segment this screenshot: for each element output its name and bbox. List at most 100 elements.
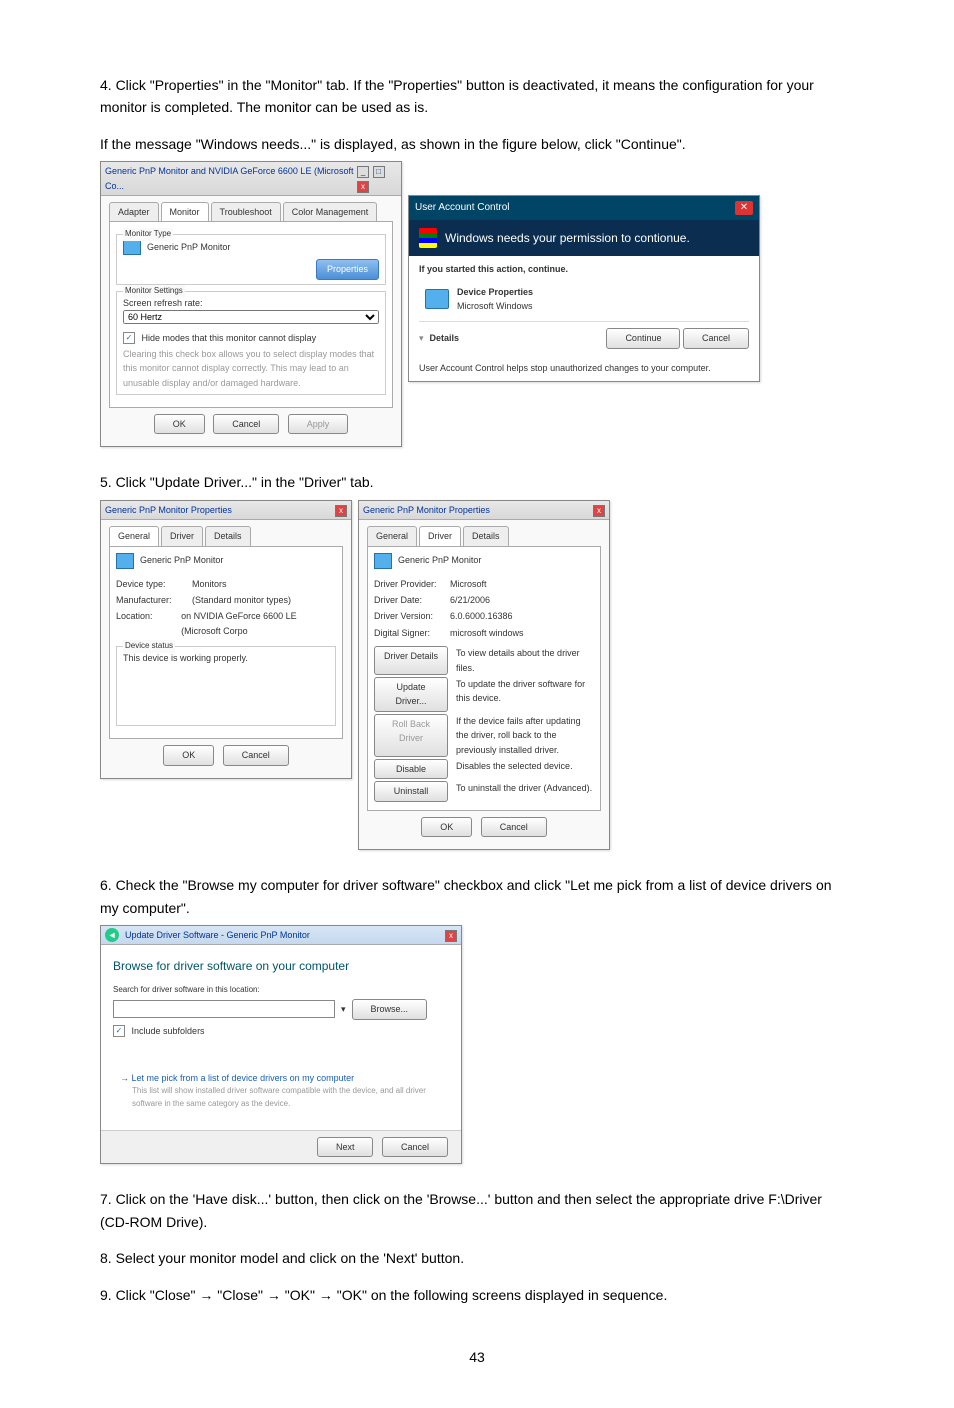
step-5: 5. Click "Update Driver..." in the "Driv… <box>100 471 854 493</box>
device-status-value: This device is working properly. <box>123 651 329 665</box>
cancel-button[interactable]: Cancel <box>382 1137 448 1157</box>
tab-adapter[interactable]: Adapter <box>109 202 159 221</box>
maximize-icon[interactable]: □ <box>373 166 385 178</box>
tab-color-management[interactable]: Color Management <box>283 202 378 221</box>
cancel-button[interactable]: Cancel <box>481 817 547 837</box>
screenshot-group-1: Generic PnP Monitor and NVIDIA GeForce 6… <box>100 161 854 447</box>
computer-icon <box>425 289 449 309</box>
refresh-rate-label: Screen refresh rate: <box>123 296 379 310</box>
screenshot-3: ◄ Update Driver Software - Generic PnP M… <box>100 925 854 1165</box>
tab-driver[interactable]: Driver <box>419 526 461 545</box>
screenshot-group-2: Generic PnP Monitor Properties x General… <box>100 500 854 850</box>
ok-button[interactable]: OK <box>421 817 472 837</box>
manufacturer-label: Manufacturer: <box>116 593 184 607</box>
monitor-icon <box>116 553 134 569</box>
roll-back-text: If the device fails after updating the d… <box>456 714 594 757</box>
continue-button[interactable]: Continue <box>606 328 680 348</box>
let-me-pick-text: This list will show installed driver sof… <box>132 1085 442 1111</box>
hide-modes-checkbox[interactable]: ✓ <box>123 332 135 344</box>
update-driver-button[interactable]: Update Driver... <box>374 677 448 712</box>
monitor-name: Generic PnP Monitor <box>398 553 481 567</box>
monitor-name: Generic PnP Monitor <box>140 553 223 567</box>
properties-button[interactable]: Properties <box>316 259 379 279</box>
uninstall-button[interactable]: Uninstall <box>374 781 448 801</box>
page-number: 43 <box>100 1346 854 1368</box>
step-7: 7. Click on the 'Have disk...' button, t… <box>100 1188 854 1233</box>
monitor-type-label: Monitor Type <box>123 228 173 241</box>
properties-driver-dialog: Generic PnP Monitor Properties x General… <box>358 500 610 850</box>
ok-button[interactable]: OK <box>163 745 214 765</box>
tab-details[interactable]: Details <box>205 526 251 545</box>
refresh-rate-select[interactable]: 60 Hertz <box>123 310 379 324</box>
tab-details[interactable]: Details <box>463 526 509 545</box>
cancel-button[interactable]: Cancel <box>213 414 279 434</box>
driver-provider-value: Microsoft <box>450 577 487 591</box>
uninstall-text: To uninstall the driver (Advanced). <box>456 781 594 801</box>
roll-back-button: Roll Back Driver <box>374 714 448 757</box>
update-driver-text: To update the driver software for this d… <box>456 677 594 712</box>
monitor-dialog: Generic PnP Monitor and NVIDIA GeForce 6… <box>100 161 402 447</box>
tab-troubleshoot[interactable]: Troubleshoot <box>211 202 281 221</box>
include-subfolders-checkbox[interactable]: ✓ <box>113 1025 125 1037</box>
disable-button[interactable]: Disable <box>374 759 448 779</box>
uac-ms-windows: Microsoft Windows <box>457 299 533 313</box>
driver-provider-label: Driver Provider: <box>374 577 442 591</box>
tab-general[interactable]: General <box>109 526 159 545</box>
close-icon[interactable]: x <box>593 505 605 517</box>
uac-if-started: If you started this action, continue. <box>419 262 749 276</box>
update-driver-wizard: ◄ Update Driver Software - Generic PnP M… <box>100 925 462 1165</box>
disable-text: Disables the selected device. <box>456 759 594 779</box>
device-type-label: Device type: <box>116 577 184 591</box>
driver-version-label: Driver Version: <box>374 609 442 623</box>
driver-details-button[interactable]: Driver Details <box>374 646 448 675</box>
uac-details-label[interactable]: Details <box>430 331 460 345</box>
browse-button[interactable]: Browse... <box>352 999 428 1019</box>
uac-title: User Account Control <box>415 200 510 216</box>
driver-version-value: 6.0.6000.16386 <box>450 609 513 623</box>
cancel-button[interactable]: Cancel <box>223 745 289 765</box>
uac-message: Windows needs your permission to contion… <box>445 229 690 248</box>
close-icon[interactable]: x <box>357 181 369 193</box>
uac-device-properties: Device Properties <box>457 285 533 299</box>
monitor-icon <box>123 239 141 255</box>
dropdown-icon[interactable]: ▾ <box>341 1002 346 1016</box>
device-type-value: Monitors <box>192 577 227 591</box>
step-4-line2: If the message "Windows needs..." is dis… <box>100 133 854 155</box>
close-icon[interactable]: ✕ <box>735 201 753 215</box>
back-icon[interactable]: ◄ <box>105 928 119 942</box>
location-value: on NVIDIA GeForce 6600 LE (Microsoft Cor… <box>181 609 336 638</box>
minimize-icon[interactable]: _ <box>357 166 369 178</box>
driver-date-value: 6/21/2006 <box>450 593 490 607</box>
close-icon[interactable]: x <box>335 505 347 517</box>
uac-footer: User Account Control helps stop unauthor… <box>419 361 749 375</box>
tab-driver[interactable]: Driver <box>161 526 203 545</box>
browse-heading: Browse for driver software on your compu… <box>113 957 449 976</box>
let-me-pick-link[interactable]: → Let me pick from a list of device driv… <box>120 1071 442 1085</box>
monitor-settings-label: Monitor Settings <box>123 285 185 298</box>
chevron-down-icon[interactable]: ▾ <box>419 331 424 345</box>
step-9: 9. Click "Close" → "Close" → "OK" → "OK"… <box>100 1284 854 1306</box>
window-buttons: _ □ x <box>356 164 397 193</box>
step-6: 6. Check the "Browse my computer for dri… <box>100 874 854 919</box>
location-input[interactable] <box>113 1000 335 1018</box>
hide-modes-text: Clearing this check box allows you to se… <box>123 347 379 390</box>
dlgB1-title: Generic PnP Monitor Properties <box>105 503 232 517</box>
tab-general[interactable]: General <box>367 526 417 545</box>
dlgA-title: Generic PnP Monitor and NVIDIA GeForce 6… <box>105 164 356 193</box>
search-location-label: Search for driver software in this locat… <box>113 984 449 997</box>
digital-signer-label: Digital Signer: <box>374 626 442 640</box>
uac-dialog: User Account Control ✕ Windows needs you… <box>408 195 760 382</box>
driver-date-label: Driver Date: <box>374 593 442 607</box>
arrow-icon: → <box>120 1073 132 1083</box>
cancel-button[interactable]: Cancel <box>683 328 749 348</box>
next-button[interactable]: Next <box>317 1137 374 1157</box>
tab-monitor[interactable]: Monitor <box>161 202 209 221</box>
ok-button[interactable]: OK <box>154 414 205 434</box>
apply-button[interactable]: Apply <box>288 414 349 434</box>
properties-general-dialog: Generic PnP Monitor Properties x General… <box>100 500 352 779</box>
monitor-type-value: Generic PnP Monitor <box>147 240 230 254</box>
close-icon[interactable]: x <box>445 930 457 942</box>
uac-message-band: Windows needs your permission to contion… <box>409 220 759 256</box>
shield-icon <box>419 228 437 248</box>
step-4-line1: 4. Click "Properties" in the "Monitor" t… <box>100 74 854 119</box>
